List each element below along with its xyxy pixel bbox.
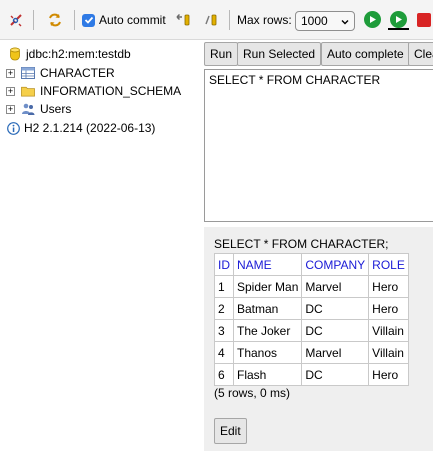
- users-icon: [21, 102, 35, 116]
- version-label: H2 2.1.214 (2022-06-13): [24, 121, 156, 135]
- table-cell: Villain: [368, 319, 409, 342]
- stop-icon[interactable]: [417, 13, 431, 27]
- table-cell: DC: [301, 297, 370, 320]
- expand-icon[interactable]: +: [6, 104, 15, 114]
- table-cell: 6: [214, 363, 234, 386]
- tree-item-label: Users: [40, 102, 72, 116]
- run-selected-underline: [388, 28, 409, 30]
- clear-button[interactable]: Clear: [408, 42, 433, 66]
- expand-icon[interactable]: +: [6, 86, 15, 96]
- result-sql: SELECT * FROM CHARACTER;: [214, 237, 389, 251]
- table-row: 4 Thanos Marvel Villain: [214, 341, 409, 364]
- table-cell: Hero: [368, 297, 409, 320]
- database-icon: [8, 47, 22, 61]
- result-panel: SELECT * FROM CHARACTER; ID NAME COMPANY…: [204, 227, 433, 451]
- table-header-row: ID NAME COMPANY ROLE: [214, 253, 409, 276]
- run-selected-button[interactable]: Run Selected: [237, 42, 322, 66]
- table-cell: Thanos: [232, 341, 303, 364]
- sql-editor[interactable]: SELECT * FROM CHARACTER: [204, 69, 433, 222]
- table-cell: 2: [214, 297, 234, 320]
- table-cell: The Joker: [232, 319, 303, 342]
- max-rows-select[interactable]: 1000: [295, 11, 355, 31]
- table-cell: Spider Man: [232, 275, 303, 298]
- connection-node[interactable]: jdbc:h2:mem:testdb: [8, 45, 131, 63]
- version-info: H2 2.1.214 (2022-06-13): [6, 119, 155, 137]
- table-icon: [21, 66, 35, 80]
- rollback-icon[interactable]: [174, 11, 192, 29]
- tree-item-label: CHARACTER: [40, 66, 115, 80]
- table-cell: DC: [301, 363, 370, 386]
- table-cell: Marvel: [301, 275, 370, 298]
- tree-item-information-schema[interactable]: + INFORMATION_SCHEMA: [6, 82, 181, 100]
- auto-commit-checkbox[interactable]: Auto commit: [82, 11, 166, 29]
- folder-icon: [21, 84, 35, 98]
- column-header[interactable]: ROLE: [368, 253, 409, 276]
- run-button[interactable]: Run: [204, 42, 239, 66]
- info-icon: [6, 121, 20, 135]
- table-cell: Batman: [232, 297, 303, 320]
- expand-icon[interactable]: +: [6, 68, 15, 78]
- table-cell: Marvel: [301, 341, 370, 364]
- table-cell: Hero: [368, 363, 409, 386]
- table-row: 2 Batman DC Hero: [214, 297, 409, 320]
- table-cell: 3: [214, 319, 234, 342]
- tree-item-users[interactable]: + Users: [6, 100, 71, 118]
- disconnect-icon[interactable]: [8, 11, 24, 29]
- table-row: 1 Spider Man Marvel Hero: [214, 275, 409, 298]
- checkbox-checked-icon[interactable]: [82, 13, 95, 27]
- table-cell: Villain: [368, 341, 409, 364]
- run-selected-icon[interactable]: [388, 11, 409, 30]
- table-row: 6 Flash DC Hero: [214, 363, 409, 386]
- edit-button[interactable]: Edit: [214, 418, 247, 444]
- max-rows-value: 1000: [301, 14, 328, 28]
- table-cell: Hero: [368, 275, 409, 298]
- chevron-down-icon: [340, 16, 350, 30]
- run-icon[interactable]: [364, 11, 381, 28]
- table-cell: Flash: [232, 363, 303, 386]
- auto-commit-label: Auto commit: [99, 13, 166, 27]
- max-rows-text: Max rows:: [237, 13, 292, 27]
- refresh-icon[interactable]: [47, 11, 63, 29]
- max-rows-label: Max rows:: [237, 11, 292, 29]
- column-header[interactable]: NAME: [232, 253, 303, 276]
- column-header[interactable]: ID: [214, 253, 234, 276]
- row-count: (5 rows, 0 ms): [214, 386, 291, 400]
- table-cell: DC: [301, 319, 370, 342]
- toolbar-separator: [74, 10, 75, 30]
- tree-item-character[interactable]: + CHARACTER: [6, 64, 115, 82]
- auto-complete-button[interactable]: Auto complete: [321, 42, 410, 66]
- commit-icon[interactable]: [203, 11, 219, 29]
- column-header[interactable]: COMPANY: [301, 253, 370, 276]
- toolbar-separator: [229, 10, 230, 30]
- table-cell: 4: [214, 341, 234, 364]
- tree-item-label: INFORMATION_SCHEMA: [40, 84, 182, 98]
- table-cell: 1: [214, 275, 234, 298]
- connection-label: jdbc:h2:mem:testdb: [26, 47, 131, 61]
- toolbar: Auto commit Max rows: 1000: [0, 0, 433, 40]
- toolbar-separator: [33, 10, 34, 30]
- result-table: ID NAME COMPANY ROLE 1 Spider Man Marvel…: [214, 253, 409, 386]
- table-row: 3 The Joker DC Villain: [214, 319, 409, 342]
